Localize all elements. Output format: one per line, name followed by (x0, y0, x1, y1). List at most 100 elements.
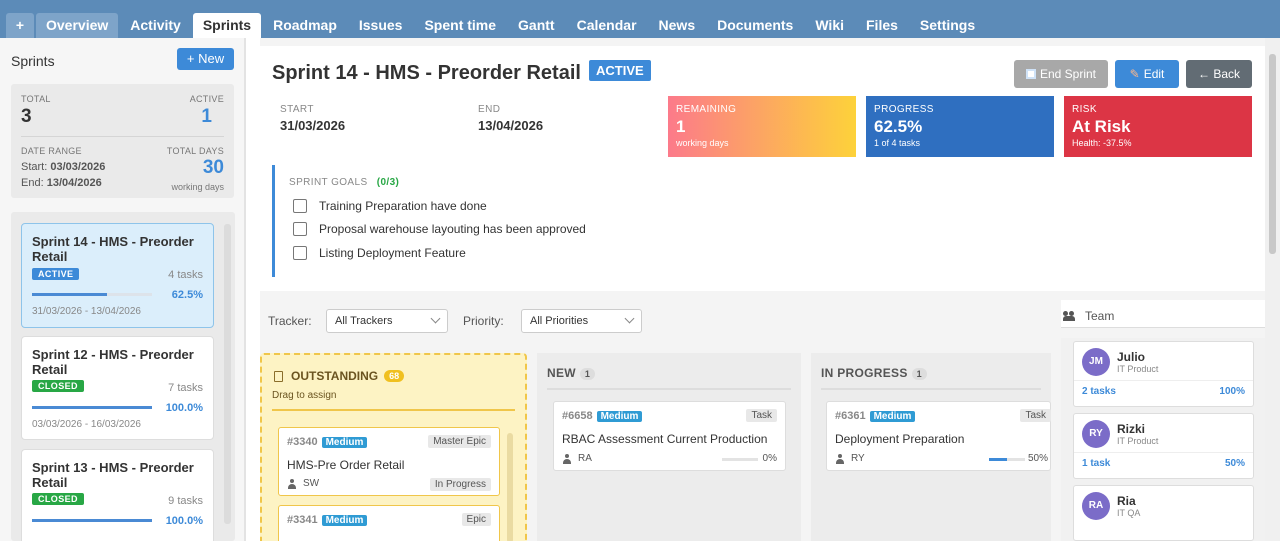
new-item-tab[interactable]: + (6, 13, 34, 38)
task-assignee: RY (835, 453, 865, 464)
task-card[interactable]: #6361 Medium Task Deployment Preparation … (826, 401, 1051, 471)
task-progress-bar (989, 458, 1025, 461)
sprint-card[interactable]: Sprint 12 - HMS - Preorder Retail CLOSED… (21, 336, 214, 440)
date-range-label: DATE RANGE (21, 146, 82, 156)
task-number: #6658 (562, 410, 593, 422)
member-name: Rizki (1117, 422, 1146, 436)
tracker-value: All Trackers (335, 315, 393, 327)
task-id: #6658 Medium (562, 410, 643, 422)
sidebar-title: Sprints (11, 53, 55, 69)
start-label: START (280, 104, 314, 115)
outstanding-column: OUTSTANDING 68 Drag to assign #3340 Mediu… (260, 353, 527, 541)
page-scrollbar[interactable] (1265, 38, 1280, 541)
project-tabs: + Overview Activity Sprints Roadmap Issu… (0, 0, 1280, 38)
goal-checkbox[interactable] (293, 222, 307, 236)
tab-news[interactable]: News (649, 13, 706, 38)
new-sprint-button[interactable]: + New (177, 48, 234, 70)
risk-sub: Health: -37.5% (1072, 138, 1132, 148)
task-assignee: SW (287, 478, 319, 489)
task-card[interactable]: #3340 Medium Master Epic HMS-Pre Order Re… (278, 427, 500, 496)
sprint-list: Sprint 14 - HMS - Preorder Retail ACTIVE… (11, 212, 235, 541)
member-role: IT Product (1117, 436, 1159, 446)
tab-spent-time[interactable]: Spent time (414, 13, 506, 38)
sprint-card-title: Sprint 14 - HMS - Preorder Retail (32, 234, 194, 264)
outstanding-scrollbar[interactable] (507, 433, 513, 541)
remaining-box: REMAINING 1 working days (668, 96, 856, 157)
end-date: 13/04/2026 (478, 118, 544, 133)
in-progress-column-title: IN PROGRESS (821, 366, 908, 380)
risk-label: RISK (1072, 104, 1097, 115)
in-progress-column-count: 1 (911, 368, 927, 380)
sprint-progress-pct: 100.0% (165, 515, 203, 527)
user-icon (835, 453, 845, 464)
tab-calendar[interactable]: Calendar (567, 13, 647, 38)
sprints-sidebar: Sprints + New TOTAL 3 ACTIVE 1 DATE RANG… (0, 38, 246, 541)
start-date: 03/03/2026 (50, 161, 106, 173)
total-days-label: TOTAL DAYS (166, 146, 224, 156)
goal-item[interactable]: Listing Deployment Feature (293, 246, 466, 260)
goal-text: Training Preparation have done (319, 199, 487, 213)
end-label: END (478, 104, 501, 115)
assignee-initials: RA (578, 453, 592, 464)
member-pct: 50% (1224, 458, 1245, 469)
tab-overview[interactable]: Overview (36, 13, 119, 38)
total-label: TOTAL (21, 94, 51, 104)
active-label: ACTIVE (189, 94, 224, 104)
team-member[interactable]: JM Julio IT Product 2 tasks 100% (1073, 341, 1254, 407)
tab-roadmap[interactable]: Roadmap (263, 13, 347, 38)
tab-activity[interactable]: Activity (120, 13, 191, 38)
end-sprint-label: End Sprint (1039, 67, 1097, 81)
avatar: JM (1082, 348, 1110, 376)
clipboard-icon (274, 370, 283, 382)
end-date: 13/04/2026 (46, 177, 102, 189)
goal-item[interactable]: Training Preparation have done (293, 199, 487, 213)
tracker-select[interactable]: All Trackers (326, 309, 448, 333)
task-card[interactable]: #3341 Medium Epic (278, 505, 500, 541)
user-icon (562, 453, 572, 464)
user-icon (287, 478, 297, 489)
in-progress-column: IN PROGRESS 1 #6361 Medium Task Deployment… (811, 353, 1051, 541)
priority-select[interactable]: All Priorities (521, 309, 642, 333)
start-date: 31/03/2026 (280, 118, 346, 133)
sprint-status-badge: ACTIVE (32, 268, 80, 280)
page-scrollbar-thumb[interactable] (1269, 54, 1276, 254)
member-name: Ria (1117, 494, 1136, 508)
tab-sprints[interactable]: Sprints (192, 13, 262, 38)
progress-value: 62.5% (874, 117, 923, 136)
sprint-progress-fill (32, 519, 152, 522)
sprint-task-count: 9 tasks (168, 495, 203, 507)
sprint-detail: Sprint 14 - HMS - Preorder Retail ACTIVE… (260, 38, 1275, 541)
edit-button[interactable]: ✎ Edit (1115, 60, 1179, 88)
tab-files[interactable]: Files (856, 13, 908, 38)
range-start: Start: 03/03/2026 (21, 161, 105, 173)
goal-text: Proposal warehouse layouting has been ap… (319, 222, 586, 236)
chevron-down-icon (430, 313, 441, 324)
drag-hint: Drag to assign (272, 390, 337, 401)
sprint-list-scrollbar[interactable] (224, 224, 231, 524)
progress-sub: 1 of 4 tasks (874, 138, 921, 148)
member-role: IT Product (1117, 364, 1159, 374)
team-member[interactable]: RY Rizki IT Product 1 task 50% (1073, 413, 1254, 479)
team-list: JM Julio IT Product 2 tasks 100% RY Rizk… (1061, 338, 1270, 541)
team-member[interactable]: RA Ria IT QA (1073, 485, 1254, 541)
stop-icon (1025, 69, 1036, 79)
back-button[interactable]: ← Back (1186, 60, 1252, 88)
pencil-icon: ✎ (1129, 67, 1140, 81)
tracker-badge: Master Epic (428, 435, 491, 448)
tab-issues[interactable]: Issues (349, 13, 413, 38)
sprint-card[interactable]: Sprint 13 - HMS - Preorder Retail CLOSED… (21, 449, 214, 541)
tab-documents[interactable]: Documents (707, 13, 803, 38)
sprint-card[interactable]: Sprint 14 - HMS - Preorder Retail ACTIVE… (21, 223, 214, 328)
goal-checkbox[interactable] (293, 246, 307, 260)
sprint-task-count: 4 tasks (168, 269, 203, 281)
goal-checkbox[interactable] (293, 199, 307, 213)
sprint-card-title: Sprint 13 - HMS - Preorder Retail (32, 460, 194, 490)
start-box: START 31/03/2026 (272, 96, 460, 157)
end-sprint-button[interactable]: End Sprint (1014, 60, 1108, 88)
tab-wiki[interactable]: Wiki (805, 13, 854, 38)
task-card[interactable]: #6658 Medium Task RBAC Assessment Current… (553, 401, 786, 471)
tab-gantt[interactable]: Gantt (508, 13, 565, 38)
tab-settings[interactable]: Settings (910, 13, 985, 38)
remaining-sub: working days (676, 138, 729, 148)
goal-item[interactable]: Proposal warehouse layouting has been ap… (293, 222, 586, 236)
